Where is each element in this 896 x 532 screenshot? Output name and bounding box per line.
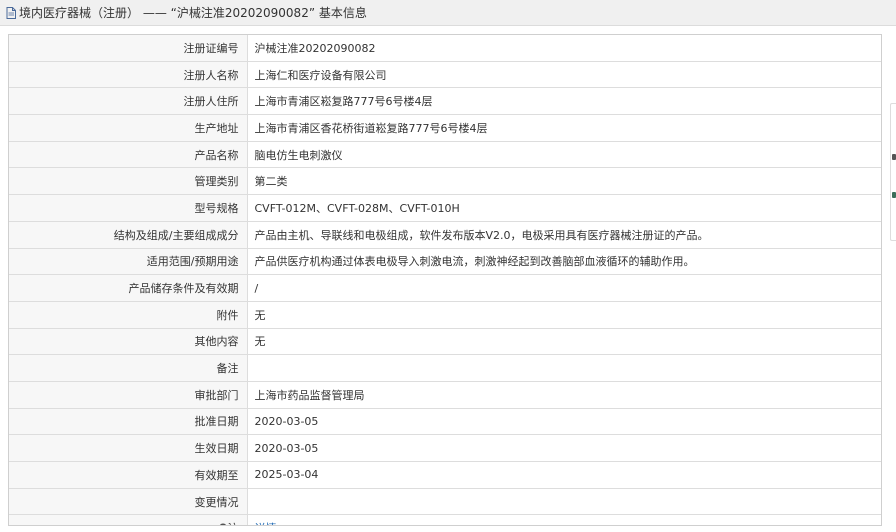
field-value: 2025-03-04 <box>247 461 881 489</box>
pin-icon <box>219 523 226 525</box>
info-row: 批准日期 2020-03-05 <box>9 408 881 436</box>
info-row: 注册人住所 上海市青浦区崧复路777号6号楼4层 <box>9 87 881 116</box>
info-row: 有效期至 2025-03-04 <box>9 461 881 489</box>
info-row: 备注 <box>9 354 881 382</box>
note-label-cell: 注 <box>9 514 248 525</box>
side-toolbar-icon[interactable] <box>892 192 896 198</box>
page-title: 境内医疗器械（注册） —— “沪械注准20202090082” 基本信息 <box>19 6 367 20</box>
document-icon <box>6 6 16 19</box>
info-row: 变更情况 <box>9 488 881 516</box>
field-value: 产品由主机、导联线和电极组成，软件发布版本V2.0，电极采用具有医疗器械注册证的… <box>247 221 881 249</box>
info-row: 注册证编号 沪械注准20202090082 <box>9 35 881 62</box>
field-value <box>247 488 881 516</box>
page-header: 境内医疗器械（注册） —— “沪械注准20202090082” 基本信息 <box>0 0 896 26</box>
field-value: 产品供医疗机构通过体表电极导入刺激电流，刺激神经起到改善脑部血液循环的辅助作用。 <box>247 248 881 276</box>
field-label: 结构及组成/主要组成成分 <box>9 221 248 249</box>
details-link[interactable]: 详情 <box>255 522 277 525</box>
field-value: 上海市青浦区香花桥街道崧复路777号6号楼4层 <box>247 114 881 142</box>
field-value: 无 <box>247 301 881 329</box>
field-label: 管理类别 <box>9 167 248 196</box>
note-label: 注 <box>228 522 239 525</box>
info-row: 生产地址 上海市青浦区香花桥街道崧复路777号6号楼4层 <box>9 114 881 142</box>
field-label: 生产地址 <box>9 114 248 142</box>
info-row: 型号规格 CVFT-012M、CVFT-028M、CVFT-010H <box>9 194 881 222</box>
note-value-cell: 详情 <box>247 515 881 525</box>
field-value: 2020-03-05 <box>247 434 881 462</box>
field-value: 上海市药品监督管理局 <box>247 381 881 409</box>
field-label: 有效期至 <box>9 461 248 489</box>
info-row: 适用范围/预期用途 产品供医疗机构通过体表电极导入刺激电流，刺激神经起到改善脑部血… <box>9 248 881 276</box>
field-label: 注册证编号 <box>9 35 248 62</box>
field-label: 注册人名称 <box>9 61 248 89</box>
field-label: 备注 <box>9 354 248 382</box>
field-value: 上海市青浦区崧复路777号6号楼4层 <box>247 87 881 116</box>
field-label: 适用范围/预期用途 <box>9 248 248 276</box>
info-row: 产品名称 脑电仿生电刺激仪 <box>9 141 881 169</box>
field-label: 变更情况 <box>9 488 248 516</box>
info-row: 其他内容无 <box>9 328 881 356</box>
info-row: 生效日期 2020-03-05 <box>9 434 881 462</box>
info-row: 审批部门 上海市药品监督管理局 <box>9 381 881 409</box>
field-label: 批准日期 <box>9 408 248 436</box>
field-label: 其他内容 <box>9 328 248 356</box>
field-value: 上海仁和医疗设备有限公司 <box>247 61 881 89</box>
field-value: 第二类 <box>247 167 881 196</box>
field-label: 注册人住所 <box>9 87 248 116</box>
field-value: 沪械注准20202090082 <box>247 35 881 62</box>
field-label: 生效日期 <box>9 434 248 462</box>
note-row: 注 详情 <box>9 514 881 525</box>
field-label: 产品储存条件及有效期 <box>9 274 248 302</box>
side-toolbar-icon[interactable] <box>892 154 896 160</box>
field-value <box>247 354 881 382</box>
info-row: 结构及组成/主要组成成分 产品由主机、导联线和电极组成，软件发布版本V2.0，电极… <box>9 221 881 249</box>
info-row: 管理类别 第二类 <box>9 167 881 196</box>
info-row: 附件无 <box>9 301 881 329</box>
field-label: 型号规格 <box>9 194 248 222</box>
info-row: 产品储存条件及有效期 / <box>9 274 881 302</box>
field-value: 脑电仿生电刺激仪 <box>247 141 881 169</box>
info-table: 注册证编号 沪械注准20202090082 注册人名称 上海仁和医疗设备有限公司 注册人… <box>9 35 881 525</box>
info-panel: 注册证编号 沪械注准20202090082 注册人名称 上海仁和医疗设备有限公司 注册人… <box>8 34 882 526</box>
field-label: 审批部门 <box>9 381 248 409</box>
field-value: 2020-03-05 <box>247 408 881 436</box>
field-value: / <box>247 274 881 302</box>
field-value: 无 <box>247 328 881 356</box>
field-label: 产品名称 <box>9 141 248 169</box>
side-toolbar-handle[interactable] <box>890 103 896 241</box>
info-row: 注册人名称 上海仁和医疗设备有限公司 <box>9 61 881 89</box>
field-value: CVFT-012M、CVFT-028M、CVFT-010H <box>247 194 881 222</box>
field-label: 附件 <box>9 301 248 329</box>
